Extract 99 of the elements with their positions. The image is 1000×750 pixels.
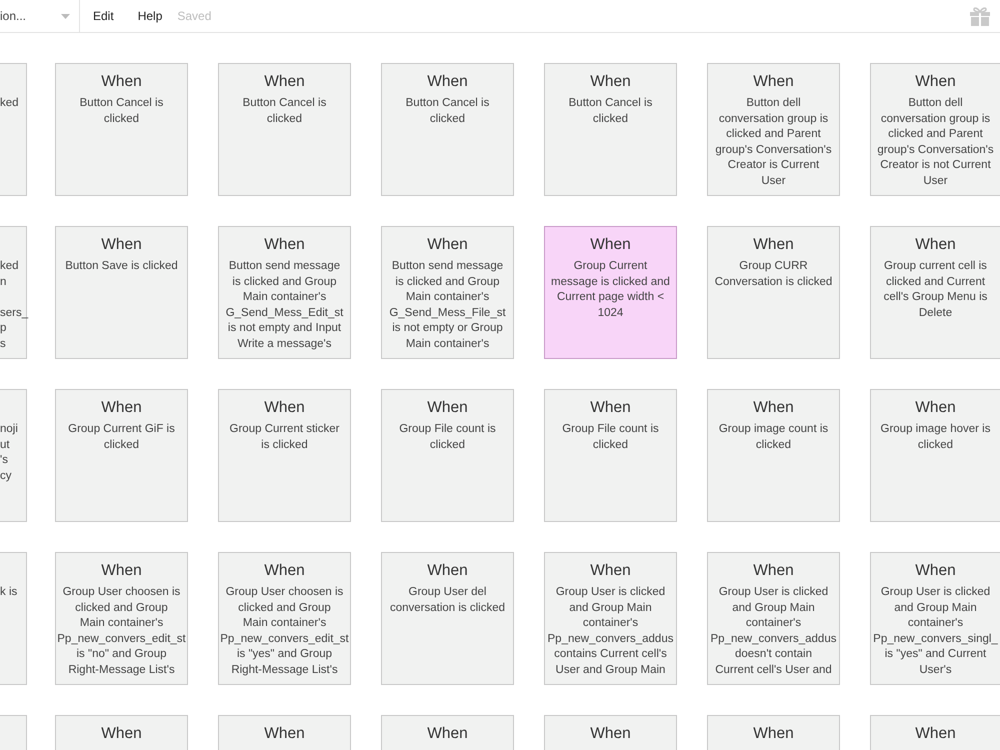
card-condition: noji ut 's cy xyxy=(0,422,18,484)
event-card[interactable]: When xyxy=(381,715,514,750)
event-card[interactable]: When Group User del conversation is clicked xyxy=(381,552,514,685)
card-title: When xyxy=(915,561,956,581)
card-title: When xyxy=(915,724,956,744)
gift-icon[interactable] xyxy=(970,6,990,26)
event-card[interactable]: When xyxy=(870,715,1000,750)
card-title: When xyxy=(427,235,468,255)
card-condition: Group User is clicked and Group Main container's Pp_new_convers_addus doesn't contain Current cell's User and xyxy=(710,585,836,678)
save-status: Saved xyxy=(177,9,212,23)
card-condition: Button Cancel is clicked xyxy=(80,96,164,126)
card-title: When xyxy=(427,561,468,581)
card-condition: Group User is clicked and Group Main container's Pp_new_convers_addus contains Current cell's User and Group Main xyxy=(548,585,674,678)
event-card[interactable]: When Button dell conversation group is clicked and Parent group's Conversation's Creator is not Current User xyxy=(870,63,1000,196)
card-condition: Button send message is clicked and Group Main container's G_Send_Mess_Edit_st is not empty and Input Write a message's xyxy=(226,259,344,352)
card-title: When xyxy=(264,235,305,255)
card-condition: Group Current sticker is clicked xyxy=(230,422,340,452)
card-title: When xyxy=(427,72,468,92)
event-card[interactable]: When Button Cancel is clicked xyxy=(381,63,514,196)
event-card[interactable]: noji ut 's cy xyxy=(0,389,27,522)
card-condition: Button Cancel is clicked xyxy=(242,96,326,126)
card-title: When xyxy=(264,724,305,744)
card-condition: Group User choosen is clicked and Group Main container's Pp_new_convers_edit_st is "yes" and Group Right-Message List's xyxy=(220,585,349,678)
card-condition: Button dell conversation group is clicked and Parent group's Conversation's Creator is Current User xyxy=(715,96,832,188)
event-card[interactable]: When Group Current message is clicked and Current page width < 1024 xyxy=(544,226,677,359)
card-title: When xyxy=(264,398,305,418)
event-card[interactable]: When Button Save is clicked xyxy=(55,226,188,359)
event-card[interactable]: ked n sers_ p s xyxy=(0,226,27,359)
event-card[interactable]: ked xyxy=(0,63,27,196)
event-card[interactable]: When Button dell conversation group is clicked and Parent group's Conversation's Creator is Current User xyxy=(707,63,840,196)
event-card[interactable]: When Group User is clicked and Group Main container's Pp_new_convers_addus contains Current cell's User and Group Main xyxy=(544,552,677,685)
caret-icon xyxy=(61,14,70,18)
card-title: When xyxy=(101,724,142,744)
event-card[interactable]: When Group User is clicked and Group Main container's Pp_new_convers_addus doesn't contain Current cell's User and xyxy=(707,552,840,685)
card-condition: Button dell conversation group is clicked and Parent group's Conversation's Creator is not Current User xyxy=(877,96,994,188)
card-title: When xyxy=(101,72,142,92)
event-card[interactable] xyxy=(0,715,27,750)
card-title: When xyxy=(590,561,631,581)
event-card[interactable]: When Button Cancel is clicked xyxy=(218,63,351,196)
event-card[interactable]: When Button Cancel is clicked xyxy=(55,63,188,196)
event-card[interactable]: When Group image hover is clicked xyxy=(870,389,1000,522)
card-title: When xyxy=(915,398,956,418)
card-condition: Group image count is clicked xyxy=(718,422,828,452)
card-title: When xyxy=(753,398,794,418)
card-title: When xyxy=(101,398,142,418)
card-condition: Button send message is clicked and Group Main container's G_Send_Mess_File_st is not empty or Group Main container's xyxy=(389,259,506,352)
card-title: When xyxy=(590,72,631,92)
card-condition: Group File count is clicked xyxy=(562,422,659,452)
event-card[interactable]: When Group Current GiF is clicked xyxy=(55,389,188,522)
event-card[interactable]: When xyxy=(544,715,677,750)
event-card[interactable]: When xyxy=(55,715,188,750)
page-dropdown[interactable]: ion... xyxy=(0,0,80,32)
card-title: When xyxy=(590,235,631,255)
card-title: When xyxy=(427,398,468,418)
card-condition: k is xyxy=(0,585,18,600)
card-condition: Button Save is clicked xyxy=(65,259,178,274)
card-condition: Button Cancel is clicked xyxy=(568,96,652,126)
menu-item[interactable]: Help xyxy=(138,9,162,23)
card-condition: Group File count is clicked xyxy=(399,422,496,452)
card-title: When xyxy=(753,235,794,255)
event-card[interactable]: When xyxy=(707,715,840,750)
card-title: When xyxy=(590,398,631,418)
event-card[interactable]: k is xyxy=(0,552,27,685)
card-title: When xyxy=(427,724,468,744)
event-card[interactable]: When Group Current sticker is clicked xyxy=(218,389,351,522)
card-title: When xyxy=(264,72,305,92)
event-card[interactable]: When xyxy=(218,715,351,750)
card-condition: Group User is clicked and Group Main container's Pp_new_convers_singl_ is "yes" and Current User's xyxy=(873,585,998,678)
card-title: When xyxy=(915,72,956,92)
event-card[interactable]: When Group File count is clicked xyxy=(381,389,514,522)
event-card[interactable]: When Button send message is clicked and Group Main container's G_Send_Mess_File_st is not empty or Group Main container's xyxy=(381,226,514,359)
card-condition: ked n sers_ p s xyxy=(0,259,28,352)
event-card[interactable]: When Group current cell is clicked and Current cell's Group Menu is Delete xyxy=(870,226,1000,359)
card-title: When xyxy=(753,724,794,744)
card-title: When xyxy=(101,235,142,255)
event-card[interactable]: When Group image count is clicked xyxy=(707,389,840,522)
card-condition: Group User choosen is clicked and Group Main container's Pp_new_convers_edit_st is "no" and Group Right-Message List's xyxy=(57,585,186,678)
card-title: When xyxy=(101,561,142,581)
card-condition: Group current cell is clicked and Current cell's Group Menu is Delete xyxy=(884,259,988,320)
event-card[interactable]: When Button send message is clicked and Group Main container's G_Send_Mess_Edit_st is not empty and Input Write a message's xyxy=(218,226,351,359)
card-title: When xyxy=(264,561,305,581)
event-card[interactable]: When Group File count is clicked xyxy=(544,389,677,522)
card-title: When xyxy=(590,724,631,744)
event-card[interactable]: When Button Cancel is clicked xyxy=(544,63,677,196)
card-condition: Group image hover is clicked xyxy=(880,422,990,452)
card-condition: Button Cancel is clicked xyxy=(406,96,490,126)
card-condition: Group User del conversation is clicked xyxy=(390,585,506,616)
event-card[interactable]: When Group CURR Conversation is clicked xyxy=(707,226,840,359)
menu-item[interactable]: Edit xyxy=(93,9,114,23)
event-card[interactable]: When Group User choosen is clicked and Group Main container's Pp_new_convers_edit_st is "no" and Group Right-Message List's xyxy=(55,552,188,685)
event-card[interactable]: When Group User choosen is clicked and Group Main container's Pp_new_convers_edit_st is "yes" and Group Right-Message List's xyxy=(218,552,351,685)
card-condition: Group Current GiF is clicked xyxy=(68,422,175,452)
card-condition: Group Current message is clicked and Current page width < 1024 xyxy=(551,259,670,320)
card-condition: ked xyxy=(0,96,19,111)
card-title: When xyxy=(753,561,794,581)
card-title: When xyxy=(753,72,794,92)
card-condition: Group CURR Conversation is clicked xyxy=(714,259,832,290)
event-card[interactable]: When Group User is clicked and Group Main container's Pp_new_convers_singl_ is "yes" and Current User's xyxy=(870,552,1000,685)
card-title: When xyxy=(915,235,956,255)
